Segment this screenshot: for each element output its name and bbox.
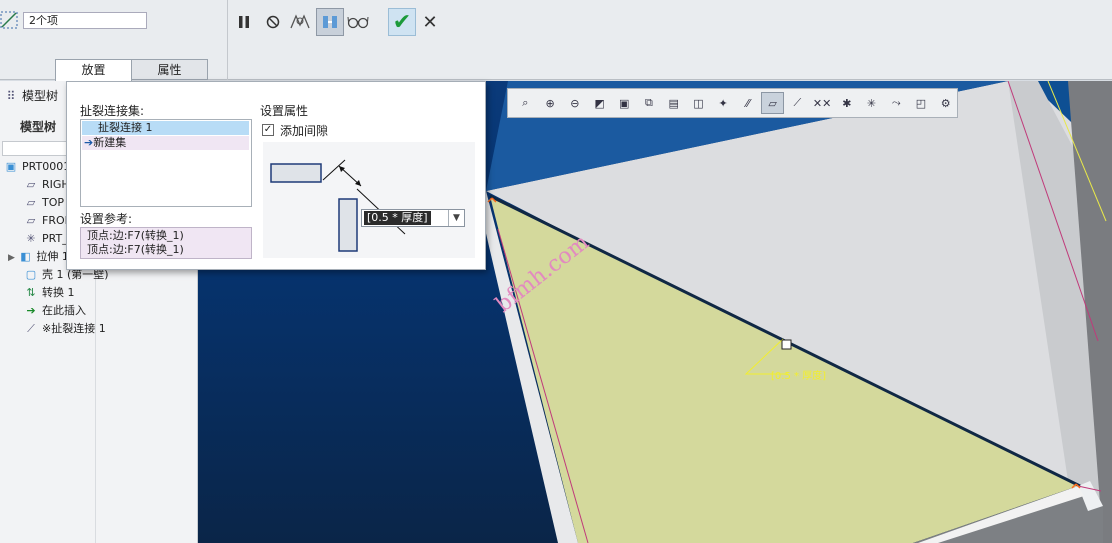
add-gap-label: 添加间隙 <box>280 124 329 138</box>
all-datum-button[interactable]: ✳ <box>860 92 883 114</box>
view-toolbar: ⌕ ⊕ ⊖ ◩ ▣ ⧉ ▤ ◫ ✦ ⁄⁄ ▱ ⟋ ✕✕ ✱ ✳ ⤳ ◰ ⚙ <box>507 88 958 118</box>
dashboard-separator <box>227 0 228 80</box>
axis-display-button[interactable]: ⟋ <box>786 92 809 114</box>
convert-icon: ⇅ <box>26 286 36 299</box>
tree-item-label: 拉伸 1 <box>36 250 69 263</box>
axis-display-icon: ⟋ <box>793 96 802 109</box>
references-box[interactable]: 顶点:边:F7(转换_1) 顶点:边:F7(转换_1) <box>80 227 252 259</box>
shell-icon: ▢ <box>25 268 37 281</box>
part-icon: ▣ <box>5 160 17 173</box>
model-tree-header-label: 模型树 <box>22 89 59 103</box>
arrow-right-icon: ➔ <box>84 136 94 149</box>
tree-item-label: TOP <box>42 196 65 209</box>
extrude-icon: ◧ <box>20 250 31 263</box>
verify-mode-icon <box>323 16 337 28</box>
glasses-icon <box>347 16 369 29</box>
stop-icon <box>266 15 280 29</box>
rip-sets-list[interactable]: 扯裂连接 1 ➔新建集 <box>80 119 252 207</box>
insert-here-icon: ➔ <box>26 304 36 317</box>
zoom-out-button[interactable]: ⊖ <box>563 92 586 114</box>
annotation-display-button[interactable]: ⁄⁄ <box>736 92 759 114</box>
rip-display-icon: ⤳ <box>891 96 901 109</box>
new-set-label: 新建集 <box>93 136 127 149</box>
references-label: 设置参考: <box>80 212 133 226</box>
pause-button[interactable] <box>232 10 256 34</box>
tab-properties[interactable]: 属性 <box>131 59 208 80</box>
tree-item-label: ※扯裂连接 1 <box>42 322 106 335</box>
datum-plane-icon: ▱ <box>26 178 36 191</box>
point-display-icon: ✕✕ <box>812 96 832 110</box>
placement-panel: 扯裂连接集: 扯裂连接 1 ➔新建集 设置参考: 顶点:边:F7(转换_1) 顶… <box>66 81 486 270</box>
annotation-display-icon: ⁄⁄ <box>745 96 750 110</box>
saved-views-icon: ⧉ <box>645 96 653 109</box>
gap-diagram <box>263 142 475 258</box>
csys-display-icon: ✱ <box>842 96 852 110</box>
datum-plane-icon: ▱ <box>26 214 36 227</box>
references-field[interactable]: 2个项 <box>23 12 147 29</box>
model-tree-header[interactable]: ⠿ 模型树 <box>4 87 58 104</box>
rip-set-item[interactable]: 扯裂连接 1 <box>82 121 249 135</box>
zoom-in-button[interactable]: ⊕ <box>539 92 562 114</box>
chevron-down-icon[interactable]: ▼ <box>448 210 464 226</box>
stop-button[interactable] <box>261 10 285 34</box>
edge-reference-icon <box>0 11 18 29</box>
repaint-button[interactable]: ◩ <box>588 92 611 114</box>
add-gap-checkbox[interactable]: ✓ <box>262 124 274 136</box>
repaint-icon: ◩ <box>594 96 605 110</box>
verify-mode-button[interactable] <box>316 8 344 36</box>
tree-item-rip-connect[interactable]: ⟋ ※扯裂连接 1 <box>24 320 106 338</box>
tab-placement[interactable]: 放置 <box>55 59 132 81</box>
preview-button[interactable] <box>288 10 312 34</box>
point-display-button[interactable]: ✕✕ <box>811 92 834 114</box>
shading-icon: ▣ <box>619 96 630 110</box>
rip-connect-icon: ⟋ <box>27 322 35 335</box>
settings-button[interactable]: ⚙ <box>934 92 957 114</box>
spin-center-button[interactable]: ✦ <box>712 92 735 114</box>
saved-views-button[interactable]: ⧉ <box>638 92 661 114</box>
tree-item-extrude[interactable]: ▶ ◧ 拉伸 1 <box>8 248 69 266</box>
expand-arrow-icon[interactable]: ▶ <box>8 253 15 263</box>
perspective-button[interactable]: ◫ <box>687 92 710 114</box>
settings-icon: ⚙ <box>940 96 951 110</box>
rip-display-button[interactable]: ⤳ <box>885 92 908 114</box>
reference-item[interactable]: 顶点:边:F7(转换_1) <box>87 229 251 243</box>
datum-plane-icon: ▱ <box>26 196 36 209</box>
tree-item-label: 在此插入 <box>42 304 86 317</box>
model-tree-title: 模型树 <box>20 120 57 134</box>
csys-display-button[interactable]: ✱ <box>835 92 858 114</box>
reference-item[interactable]: 顶点:边:F7(转换_1) <box>87 243 251 257</box>
refit-button[interactable]: ⌕ <box>514 92 537 114</box>
appearance-icon: ◰ <box>915 96 927 110</box>
preview-icon <box>290 14 310 29</box>
ok-button[interactable]: ✔ <box>388 8 416 36</box>
view-manager-button[interactable]: ▤ <box>662 92 685 114</box>
tree-item-insert-here[interactable]: ➔ 在此插入 <box>24 302 86 320</box>
tree-item-label: 转换 1 <box>42 286 75 299</box>
gap-value[interactable]: [0.5 * 厚度] <box>364 211 431 225</box>
plane-display-icon: ▱ <box>768 96 777 110</box>
plane-display-button[interactable]: ▱ <box>761 92 785 114</box>
tree-item-top[interactable]: ▱ TOP <box>24 194 64 212</box>
perspective-icon: ◫ <box>693 96 704 110</box>
refit-icon: ⌕ <box>522 96 529 109</box>
gap-diagram-drawing <box>270 159 406 252</box>
tree-icon: ⠿ <box>6 89 16 103</box>
rip-sets-label: 扯裂连接集: <box>80 104 145 118</box>
tree-item-convert[interactable]: ⇅ 转换 1 <box>24 284 75 302</box>
new-set-item[interactable]: ➔新建集 <box>82 136 249 150</box>
view-manager-icon: ▤ <box>668 96 679 110</box>
zoom-out-icon: ⊖ <box>570 96 580 110</box>
cancel-button[interactable]: ✕ <box>418 10 442 34</box>
shading-button[interactable]: ▣ <box>613 92 636 114</box>
zoom-in-icon: ⊕ <box>545 96 555 110</box>
glasses-button[interactable] <box>346 10 370 34</box>
appearance-button[interactable]: ◰ <box>910 92 933 114</box>
csys-icon: ✳ <box>26 232 36 245</box>
properties-label: 设置属性 <box>260 104 309 118</box>
gap-annotation: [0.5 * 厚度] <box>771 369 826 382</box>
spin-center-icon: ✦ <box>718 96 728 110</box>
gap-value-combo[interactable]: [0.5 * 厚度] ▼ <box>361 209 465 227</box>
all-datum-icon: ✳ <box>866 96 877 110</box>
pause-icon <box>239 16 249 28</box>
